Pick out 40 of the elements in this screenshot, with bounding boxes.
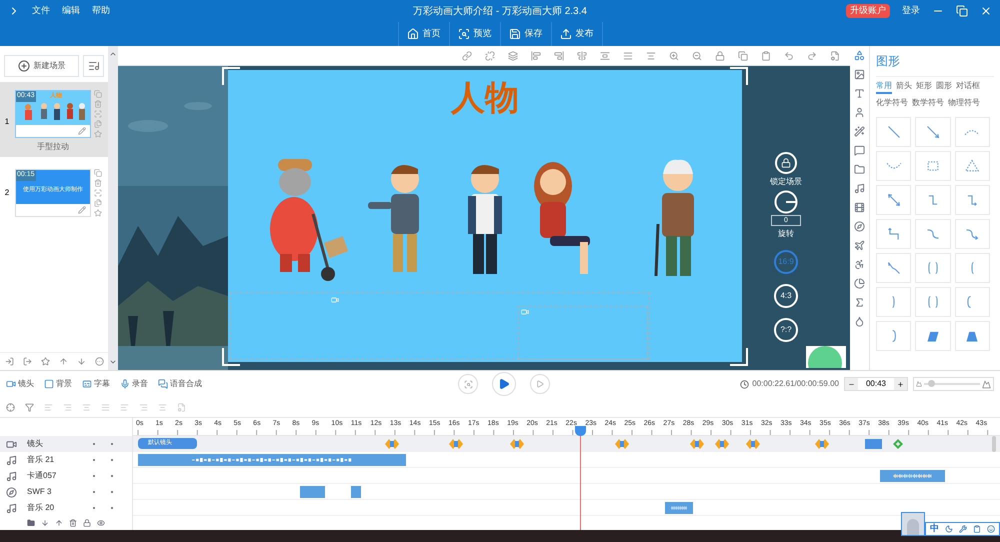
shape-tab[interactable]: 数学符号 bbox=[912, 97, 944, 109]
timeline-tool-button[interactable]: 字幕 bbox=[82, 378, 110, 390]
new-scene-button[interactable]: 新建场景 bbox=[4, 55, 80, 77]
upgrade-badge[interactable]: 升级账户 bbox=[846, 4, 890, 18]
canvas-title: 人物 bbox=[451, 78, 519, 119]
shape-tab[interactable]: 常用 bbox=[876, 80, 892, 94]
shape-tab[interactable]: 箭头 bbox=[896, 80, 912, 94]
scene-number: 2 bbox=[4, 187, 10, 199]
track-name: SWF 3 bbox=[27, 486, 52, 498]
aspect-ratio-button[interactable]: ?:? bbox=[774, 318, 798, 342]
menu-item[interactable]: 编辑 bbox=[62, 4, 80, 18]
panel-title: 图形 bbox=[876, 53, 901, 70]
track-name: 音乐 21 bbox=[27, 454, 56, 466]
track-name: 镜头 bbox=[27, 438, 44, 450]
track-header[interactable]: 卡通057 bbox=[0, 468, 132, 484]
timeline-tool-button[interactable]: 镜头 bbox=[6, 378, 34, 390]
track-header[interactable]: 音乐 21 bbox=[0, 452, 132, 468]
shape-tab[interactable]: 对话框 bbox=[956, 80, 980, 94]
timeline-tool-button[interactable]: 语音合成 bbox=[158, 378, 202, 390]
track-name: 音乐 20 bbox=[27, 502, 56, 514]
scene-name: 手型拉动 bbox=[37, 141, 69, 153]
window-title: 万彩动画大师介绍 - 万彩动画大师 2.3.4 bbox=[413, 4, 587, 18]
scene-number: 1 bbox=[4, 116, 10, 128]
menu-item[interactable]: 文件 bbox=[32, 4, 50, 18]
timeline-tool-button[interactable]: 背景 bbox=[44, 378, 72, 390]
track-name: 卡通057 bbox=[27, 470, 58, 482]
shape-tab[interactable]: 矩形 bbox=[916, 80, 932, 94]
aspect-ratio-button[interactable]: 4:3 bbox=[774, 284, 798, 308]
shape-tab[interactable]: 化学符号 bbox=[876, 97, 908, 109]
lock-scene-label: 锁定场景 bbox=[770, 176, 802, 188]
rotation-label: 旋转 bbox=[778, 228, 794, 240]
timeline-tool-button[interactable]: 录音 bbox=[120, 378, 148, 390]
login-link[interactable]: 登录 bbox=[902, 4, 920, 18]
track-header[interactable]: 音乐 20 bbox=[0, 500, 132, 516]
time-display: 00:00:22.61/00:00:59.00 bbox=[752, 378, 839, 390]
track-header[interactable]: SWF 3 bbox=[0, 484, 132, 500]
shape-tab[interactable]: 圆形 bbox=[936, 80, 952, 94]
shape-tab[interactable]: 物理符号 bbox=[948, 97, 980, 109]
track-header[interactable]: 镜头 bbox=[0, 436, 132, 452]
menu-item[interactable]: 帮助 bbox=[92, 4, 110, 18]
